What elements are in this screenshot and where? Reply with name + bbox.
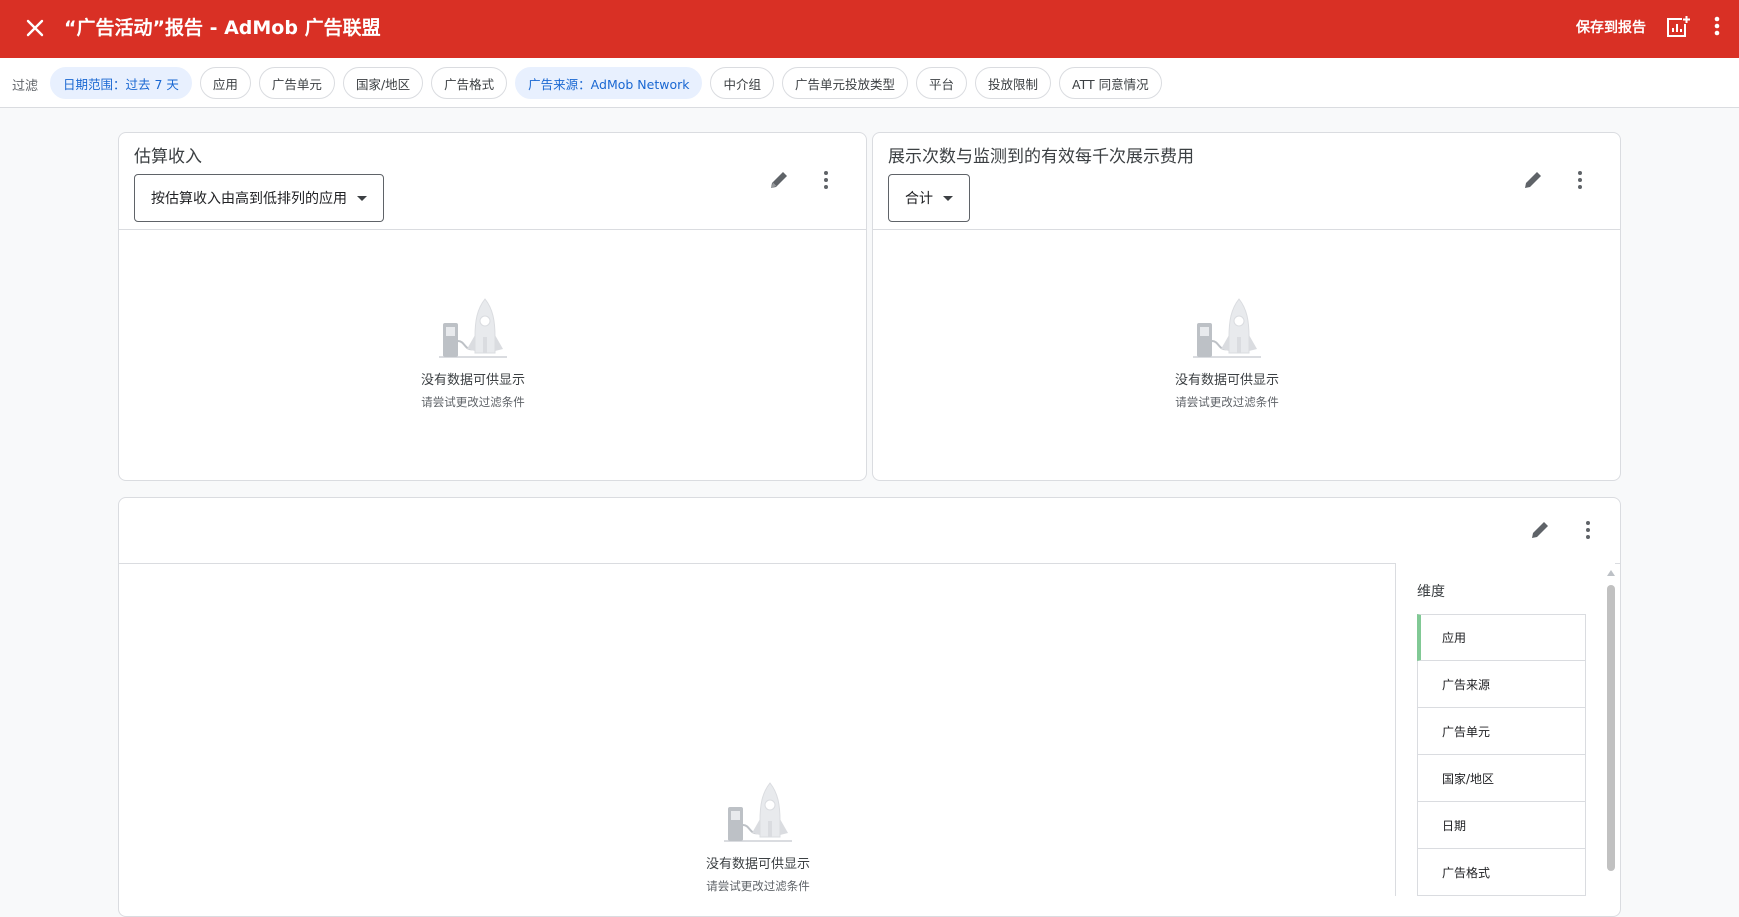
dimension-panel: 维度 应用 广告来源 广告单元 国家/地区 日期 广告格式 [1395, 563, 1615, 896]
chip-mediation-group[interactable]: 中介组 [710, 67, 774, 99]
dimension-panel-title: 维度 [1417, 584, 1445, 600]
empty-state: 没有数据可供显示 请尝试更改过滤条件 [1127, 297, 1327, 410]
pencil-icon [771, 172, 787, 188]
more-options-button[interactable] [1705, 12, 1729, 40]
impressions-aggregate-value: 合计 [905, 191, 933, 207]
dimension-item-country[interactable]: 国家/地区 [1417, 755, 1586, 802]
revenue-card-title: 估算收入 [134, 147, 202, 167]
page-title: “广告活动”报告 - AdMob 广告联盟 [64, 17, 381, 39]
close-button[interactable] [20, 13, 50, 43]
empty-title: 没有数据可供显示 [1174, 373, 1279, 388]
scroll-up-arrow-icon[interactable] [1607, 570, 1615, 576]
dimension-item-ad-format[interactable]: 广告格式 [1417, 849, 1586, 896]
impressions-aggregate-dropdown[interactable]: 合计 [888, 174, 970, 222]
chip-country[interactable]: 国家/地区 [342, 67, 424, 99]
add-chart-button[interactable] [1665, 14, 1691, 40]
empty-title: 没有数据可供显示 [705, 857, 810, 872]
table-card-header [119, 498, 1620, 564]
dimension-item-app[interactable]: 应用 [1417, 614, 1586, 661]
revenue-sort-value: 按估算收入由高到低排列的应用 [151, 191, 347, 207]
top-app-bar: “广告活动”报告 - AdMob 广告联盟 保存到报告 [0, 0, 1739, 58]
chip-app[interactable]: 应用 [199, 67, 251, 99]
chip-ad-source[interactable]: 广告来源：AdMob Network [515, 67, 703, 99]
rocket-illustration-icon [439, 298, 507, 358]
dimension-item-ad-unit[interactable]: 广告单元 [1417, 708, 1586, 755]
empty-state: 没有数据可供显示 请尝试更改过滤条件 [658, 781, 858, 894]
empty-subtitle: 请尝试更改过滤条件 [421, 395, 525, 409]
more-vert-icon [824, 171, 828, 189]
edit-button[interactable] [1526, 516, 1554, 544]
chip-serving-restriction[interactable]: 投放限制 [975, 67, 1052, 99]
edit-button[interactable] [765, 166, 793, 194]
empty-state: 没有数据可供显示 请尝试更改过滤条件 [373, 297, 573, 410]
more-vert-icon [1586, 521, 1590, 539]
dimension-item-ad-source[interactable]: 广告来源 [1417, 661, 1586, 708]
dimension-list: 应用 广告来源 广告单元 国家/地区 日期 广告格式 [1417, 614, 1586, 896]
rocket-illustration-icon [724, 782, 792, 842]
impressions-card-title: 展示次数与监测到的有效每千次展示费用 [888, 147, 1194, 167]
caret-down-icon [357, 195, 367, 201]
filter-bar: 过滤 日期范围：过去 7 天 应用 广告单元 国家/地区 广告格式 广告来源：A… [0, 58, 1739, 108]
chip-att-consent[interactable]: ATT 同意情况 [1059, 67, 1162, 99]
chip-platform[interactable]: 平台 [916, 67, 968, 99]
add-chart-icon [1667, 15, 1691, 37]
chip-date-range[interactable]: 日期范围：过去 7 天 [50, 67, 192, 99]
empty-subtitle: 请尝试更改过滤条件 [706, 879, 810, 893]
empty-subtitle: 请尝试更改过滤条件 [1175, 395, 1279, 409]
more-vert-icon [1714, 16, 1720, 36]
close-icon [26, 19, 44, 37]
revenue-card: 估算收入 按估算收入由高到低排列的应用 没有数据可供显示 请尝试更改过滤条件 [118, 132, 867, 481]
pencil-icon [1525, 172, 1541, 188]
more-vert-icon [1578, 171, 1582, 189]
chip-ad-format[interactable]: 广告格式 [431, 67, 508, 99]
more-options-button[interactable] [1574, 516, 1602, 544]
rocket-illustration-icon [1193, 298, 1261, 358]
pencil-icon [1532, 522, 1548, 538]
dimension-item-date[interactable]: 日期 [1417, 802, 1586, 849]
revenue-card-header: 估算收入 按估算收入由高到低排列的应用 [119, 133, 866, 230]
more-options-button[interactable] [1566, 166, 1594, 194]
caret-down-icon [943, 195, 953, 201]
filter-label: 过滤 [12, 79, 39, 94]
impressions-card-header: 展示次数与监测到的有效每千次展示费用 合计 [873, 133, 1620, 230]
revenue-sort-dropdown[interactable]: 按估算收入由高到低排列的应用 [134, 174, 384, 222]
save-to-report-button[interactable]: 保存到报告 [1576, 17, 1646, 37]
chip-ad-unit-serving-type[interactable]: 广告单元投放类型 [782, 67, 909, 99]
filter-chips: 日期范围：过去 7 天 应用 广告单元 国家/地区 广告格式 广告来源：AdMo… [50, 67, 1162, 99]
edit-button[interactable] [1519, 166, 1547, 194]
impressions-card: 展示次数与监测到的有效每千次展示费用 合计 没有数据可供显示 请尝试更改过滤条件 [872, 132, 1621, 481]
scrollbar-thumb[interactable] [1607, 585, 1615, 871]
empty-title: 没有数据可供显示 [420, 373, 525, 388]
more-options-button[interactable] [812, 166, 840, 194]
chip-ad-unit[interactable]: 广告单元 [258, 67, 335, 99]
